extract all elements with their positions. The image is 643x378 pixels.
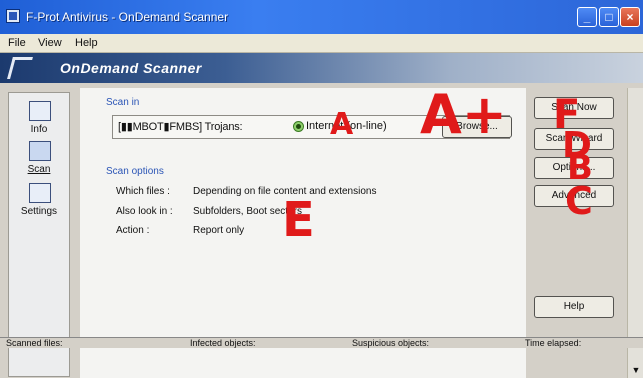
scan-in-title: Scan in [106,97,140,108]
info-icon [29,101,51,121]
which-files-label: Which files : [116,186,170,197]
annotation-c: C [565,179,593,223]
menu-file[interactable]: File [8,37,26,49]
maximize-button[interactable]: □ [599,7,619,27]
scan-icon [29,141,51,161]
internet-radio[interactable] [293,121,304,132]
annotation-a-plus: A+ [420,83,508,146]
settings-icon [29,183,51,203]
help-button[interactable]: Help [534,296,614,318]
fprot-logo [7,57,33,79]
scroll-down-icon[interactable]: ▼ [630,365,642,375]
title-bar: F-Prot Antivirus - OnDemand Scanner _ □ … [0,0,643,34]
sidebar-item-label: Info [30,124,48,135]
menu-bar: File View Help [0,34,643,53]
sidebar-item-settings[interactable]: Settings [9,179,69,227]
sidebar-item-label: Settings [20,206,58,217]
sidebar-item-scan[interactable]: Scan [9,137,69,185]
annotation-a: A [330,107,354,142]
scan-options-title: Scan options [106,166,164,177]
maximize-icon: □ [605,10,613,24]
action-label: Action : [116,225,150,236]
banner: OnDemand Scanner [0,53,643,83]
minimize-icon: _ [583,10,591,24]
action-value: Report only [193,225,245,236]
sidebar: Info Scan Settings [8,92,70,377]
menu-view[interactable]: View [38,37,62,49]
close-button[interactable]: × [620,7,640,27]
status-bar: Scanned files: Infected objects: Suspici… [0,337,643,348]
minimize-button[interactable]: _ [577,7,597,27]
scan-in-value: [▮▮MBOT▮FMBS] Trojans: [118,121,243,133]
window-title: F-Prot Antivirus - OnDemand Scanner [26,10,229,24]
app-icon [6,9,20,23]
scrollbar[interactable]: ▼ [627,88,643,378]
sidebar-item-label: Scan [27,164,51,175]
also-look-in-label: Also look in : [116,206,173,217]
menu-help[interactable]: Help [75,37,98,49]
close-icon: × [626,10,634,24]
annotation-e: E [282,192,315,248]
banner-title: OnDemand Scanner [60,60,202,76]
